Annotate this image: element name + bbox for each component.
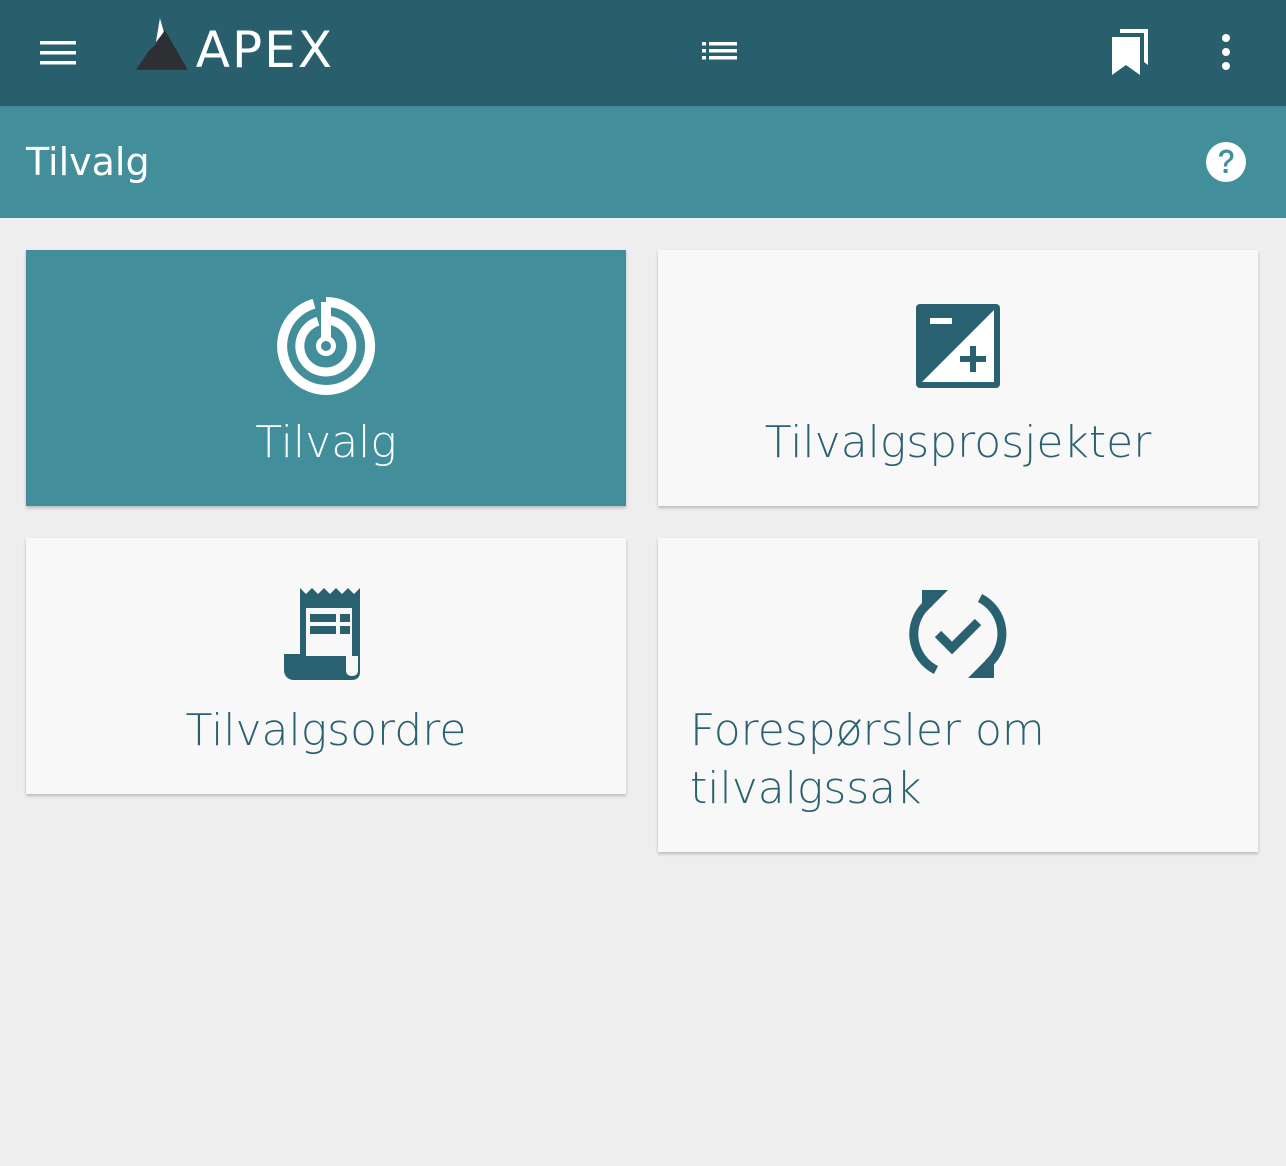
tile-label: Tilvalg	[255, 417, 397, 468]
app-bar: APEX	[0, 0, 1286, 106]
help-button[interactable]	[1202, 138, 1250, 186]
bookmarks-button[interactable]	[1100, 22, 1160, 82]
receipt-icon	[284, 588, 360, 680]
tile-label: Forespørsler om tilvalgssak	[690, 705, 1045, 814]
help-circle-icon	[1206, 142, 1246, 182]
brand-name: APEX	[195, 21, 334, 79]
list-view-button[interactable]	[690, 25, 750, 81]
page-header: Tilvalg	[0, 106, 1286, 218]
tile-tilvalg[interactable]: Tilvalg	[26, 250, 626, 506]
menu-button[interactable]	[28, 25, 88, 81]
sync-check-icon	[909, 590, 1007, 678]
hamburger-menu-icon	[40, 41, 76, 65]
tile-tilvalgsordre[interactable]: Tilvalgsordre	[26, 538, 626, 794]
page-title: Tilvalg	[26, 140, 150, 184]
apex-logo[interactable]: APEX	[134, 14, 334, 79]
target-icon	[277, 297, 376, 395]
tile-label: Tilvalgsordre	[185, 705, 467, 756]
tile-foresporsler-om-tilvalgssak[interactable]: Forespørsler om tilvalgssak	[658, 538, 1258, 852]
exposure-plus-minus-icon	[916, 304, 1000, 388]
more-options-button[interactable]	[1196, 22, 1256, 82]
list-icon	[702, 42, 737, 60]
bookmarks-icon	[1112, 29, 1148, 75]
more-vertical-icon	[1222, 34, 1230, 70]
tile-tilvalgsprosjekter[interactable]: Tilvalgsprosjekter	[658, 250, 1258, 506]
mountain-logo-icon	[135, 18, 188, 70]
tile-label: Tilvalgsprosjekter	[764, 417, 1152, 468]
